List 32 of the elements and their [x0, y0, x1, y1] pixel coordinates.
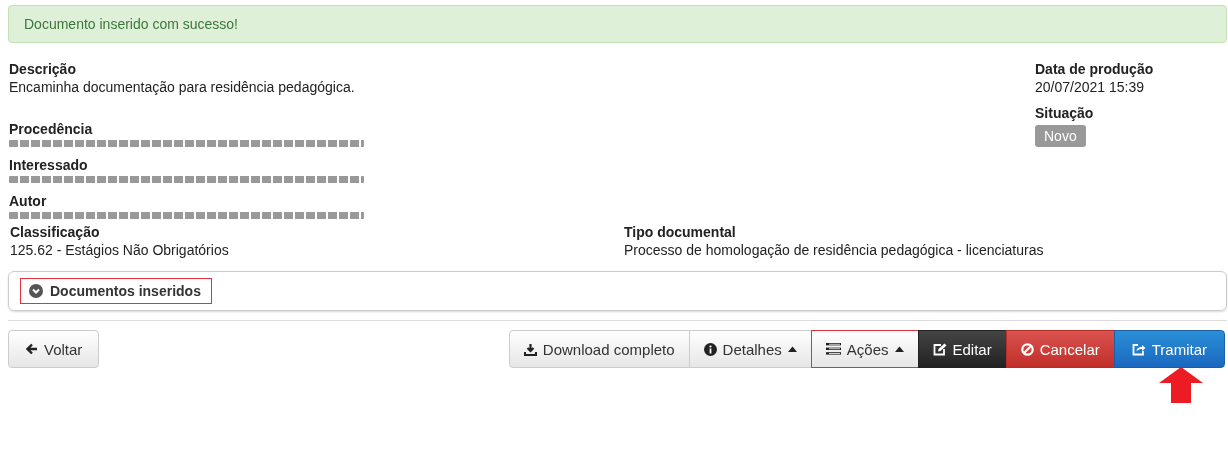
edit-icon [932, 342, 947, 356]
action-button[interactable]: Download completo [508, 330, 690, 368]
field-label: Procedência [9, 120, 94, 138]
success-alert: Documento inserido com sucesso! [8, 5, 1227, 43]
field-label: Autor [9, 192, 48, 210]
caret-up-icon [894, 346, 904, 352]
field-value: 125.62 - Estágios Não Obrigatórios [10, 241, 230, 259]
field-value: 20/07/2021 15:39 [1035, 78, 1144, 96]
ban-icon [1020, 342, 1034, 356]
field-label: Tipo documental [624, 223, 737, 241]
field-label: Situação [1035, 104, 1094, 122]
caret-up-icon [787, 346, 797, 352]
arrow-left-icon [26, 343, 38, 355]
field-value: Processo de homologação de residência pedagógica - licenciaturas [624, 241, 1044, 259]
action-button[interactable]: Detalhes [688, 330, 812, 368]
action-button[interactable]: Cancelar [1005, 330, 1115, 368]
field-value: Encaminha documentação para residência pedagógica. [9, 78, 356, 96]
section-toggle[interactable]: Documentos inseridos [20, 278, 212, 304]
action-button[interactable]: Editar [917, 330, 1007, 368]
action-button[interactable]: Tramitar [1113, 330, 1225, 368]
back-button[interactable]: Voltar [8, 330, 100, 368]
field-label: Interessado [9, 156, 89, 174]
share-icon [1131, 342, 1146, 356]
field-label: Data de produção [1035, 60, 1154, 78]
field-label: Descrição [9, 60, 77, 78]
list-icon [825, 343, 841, 355]
info-icon [703, 342, 717, 356]
download-icon [523, 342, 537, 356]
status-badge: Novo [1035, 125, 1086, 147]
action-button[interactable]: Ações [810, 330, 919, 368]
field-label: Classificação [10, 223, 101, 241]
chevron-icon [29, 284, 43, 298]
